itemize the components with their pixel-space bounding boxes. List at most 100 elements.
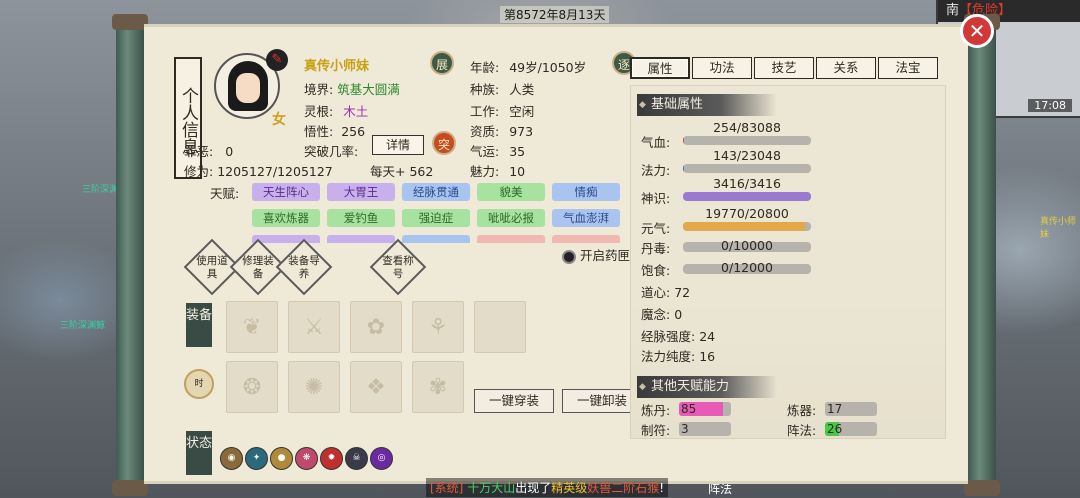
talent-tag[interactable]: 大胃王: [327, 183, 395, 201]
root-value: 木土: [343, 104, 369, 119]
mp-bar-fill: [683, 164, 684, 173]
luck-value: 35: [509, 144, 526, 159]
array-label: 阵法:: [787, 423, 817, 438]
array-bar: 26: [825, 422, 877, 436]
system-mid: 出现了: [515, 481, 552, 495]
rename-brush-icon[interactable]: ✎: [266, 49, 288, 71]
poison-value: 0/10000: [721, 238, 773, 253]
spirit-bar-fill: [683, 192, 811, 201]
spirit-value: 3416/3416: [713, 176, 781, 191]
herb-box-toggle[interactable]: 开启药匣: [562, 245, 630, 264]
forging-value: 17: [827, 402, 843, 416]
avatar[interactable]: ✎ 女: [214, 49, 288, 143]
meridian-value: 24: [699, 329, 716, 344]
system-beast: 妖兽二阶石猴: [587, 481, 660, 495]
poison-label: 丹毒:: [641, 241, 671, 256]
sin-label: 罪恶:: [184, 144, 214, 159]
basic-attrs-heading: 基础属性: [637, 94, 777, 116]
wear-all-button[interactable]: 一键穿装: [474, 389, 554, 413]
aptitude-value: 973: [509, 124, 534, 139]
forging-label: 炼器:: [787, 403, 817, 418]
tab-treasures[interactable]: 法宝: [878, 57, 938, 79]
display-badge-icon[interactable]: 展: [430, 51, 454, 75]
system-end: !: [659, 481, 665, 495]
npc-label: 三阶深渊鲸: [60, 321, 106, 331]
age-label: 年龄:: [470, 60, 500, 75]
tab-attributes[interactable]: 属性: [630, 57, 690, 79]
avatar-face: [236, 73, 260, 103]
equipment-slot[interactable]: ❦: [226, 301, 278, 353]
job-label: 工作:: [470, 104, 500, 119]
npc-label: 真传小师妹: [1040, 217, 1077, 240]
equipment-slot[interactable]: ✾: [412, 361, 464, 413]
cultivation-value: 1205127/1205127: [217, 164, 333, 179]
status-effect-icon[interactable]: ✦: [245, 447, 268, 470]
food-label: 饱食:: [641, 263, 671, 278]
breakthrough-row: 突破几率:: [304, 141, 358, 160]
yuanqi-bar: [683, 222, 811, 231]
talent-tag[interactable]: 爱钓鱼: [327, 209, 395, 227]
status-effect-icon[interactable]: ☠: [345, 447, 368, 470]
realm-value: 筑基大圆满: [337, 82, 400, 97]
charm-label: 魅力:: [470, 164, 500, 179]
realm-row: 境界: 筑基大圆满: [304, 79, 400, 98]
insight-value: 256: [341, 124, 366, 139]
status-effect-icon[interactable]: ●: [270, 447, 293, 470]
equipment-slot[interactable]: [474, 301, 526, 353]
cultivation-row: 修为: 1205127/1205127: [184, 161, 333, 180]
other-talents-heading: 其他天赋能力: [637, 376, 777, 398]
race-label: 种族:: [470, 82, 500, 97]
cultivation-label: 修为:: [184, 164, 214, 179]
tab-relations[interactable]: 关系: [816, 57, 876, 79]
status-effect-icon[interactable]: ◎: [370, 447, 393, 470]
status-effect-icon[interactable]: ✹: [320, 447, 343, 470]
hp-value: 254/83088: [713, 120, 781, 135]
breakthrough-detail-button[interactable]: 详情: [372, 135, 424, 155]
aptitude-label: 资质:: [470, 124, 500, 139]
talent-partial-row: [252, 235, 632, 243]
insight-row: 悟性: 256: [304, 121, 365, 140]
tab-techniques[interactable]: 功法: [692, 57, 752, 79]
job-value: 空闲: [509, 104, 535, 119]
hp-label: 气血:: [641, 135, 671, 150]
luck-label: 气运:: [470, 144, 500, 159]
race-row: 种族: 人类: [470, 79, 534, 98]
talent-tag[interactable]: 貌美: [477, 183, 545, 201]
breakthrough-badge-icon[interactable]: 突: [432, 131, 456, 155]
talent-tag[interactable]: [477, 235, 545, 243]
equipment-slot[interactable]: ❖: [350, 361, 402, 413]
talent-tag[interactable]: 情痴: [552, 183, 620, 201]
talent-tag[interactable]: 喜欢炼器: [252, 209, 320, 227]
equipment-slot[interactable]: ⚔: [288, 301, 340, 353]
talent-tag[interactable]: 天生阵心: [252, 183, 320, 201]
talent-tag[interactable]: [327, 235, 395, 243]
food-value: 0/12000: [721, 260, 773, 275]
age-value: 49岁/1050岁: [509, 60, 587, 75]
talent-tag[interactable]: [552, 235, 620, 243]
status-effect-icon[interactable]: ◉: [220, 447, 243, 470]
timed-equip-clock-icon[interactable]: 时: [184, 369, 214, 399]
status-effect-icon[interactable]: ❋: [295, 447, 318, 470]
equipment-slot[interactable]: ✺: [288, 361, 340, 413]
system-tag: [系统]: [430, 481, 464, 495]
dao-label: 道心:: [641, 285, 671, 300]
equipment-slot[interactable]: ✿: [350, 301, 402, 353]
equipment-slot[interactable]: ❂: [226, 361, 278, 413]
tab-skills[interactable]: 技艺: [754, 57, 814, 79]
talisman-value: 3: [681, 422, 689, 436]
race-value: 人类: [509, 82, 535, 97]
talent-tag[interactable]: 呲呲必报: [477, 209, 545, 227]
repair-label: 修理装备: [242, 255, 274, 280]
talent-tag[interactable]: 强迫症: [402, 209, 470, 227]
alchemy-label: 炼丹:: [641, 403, 671, 418]
talent-tag[interactable]: 经脉贯通: [402, 183, 470, 201]
mp-bar: [683, 164, 811, 173]
talent-tag[interactable]: [252, 235, 320, 243]
close-icon[interactable]: ✕: [960, 14, 994, 48]
talent-tag[interactable]: 气血澎湃: [552, 209, 620, 227]
equipment-label: 装备: [186, 303, 212, 347]
toggle-dot-icon: [562, 249, 576, 264]
equipment-slot[interactable]: ⚘: [412, 301, 464, 353]
talent-tag[interactable]: [402, 235, 470, 243]
talent-grid: 天生阵心 大胃王 经脉贯通 貌美 情痴 喜欢炼器 爱钓鱼 强迫症 呲呲必报 气血…: [252, 183, 632, 227]
